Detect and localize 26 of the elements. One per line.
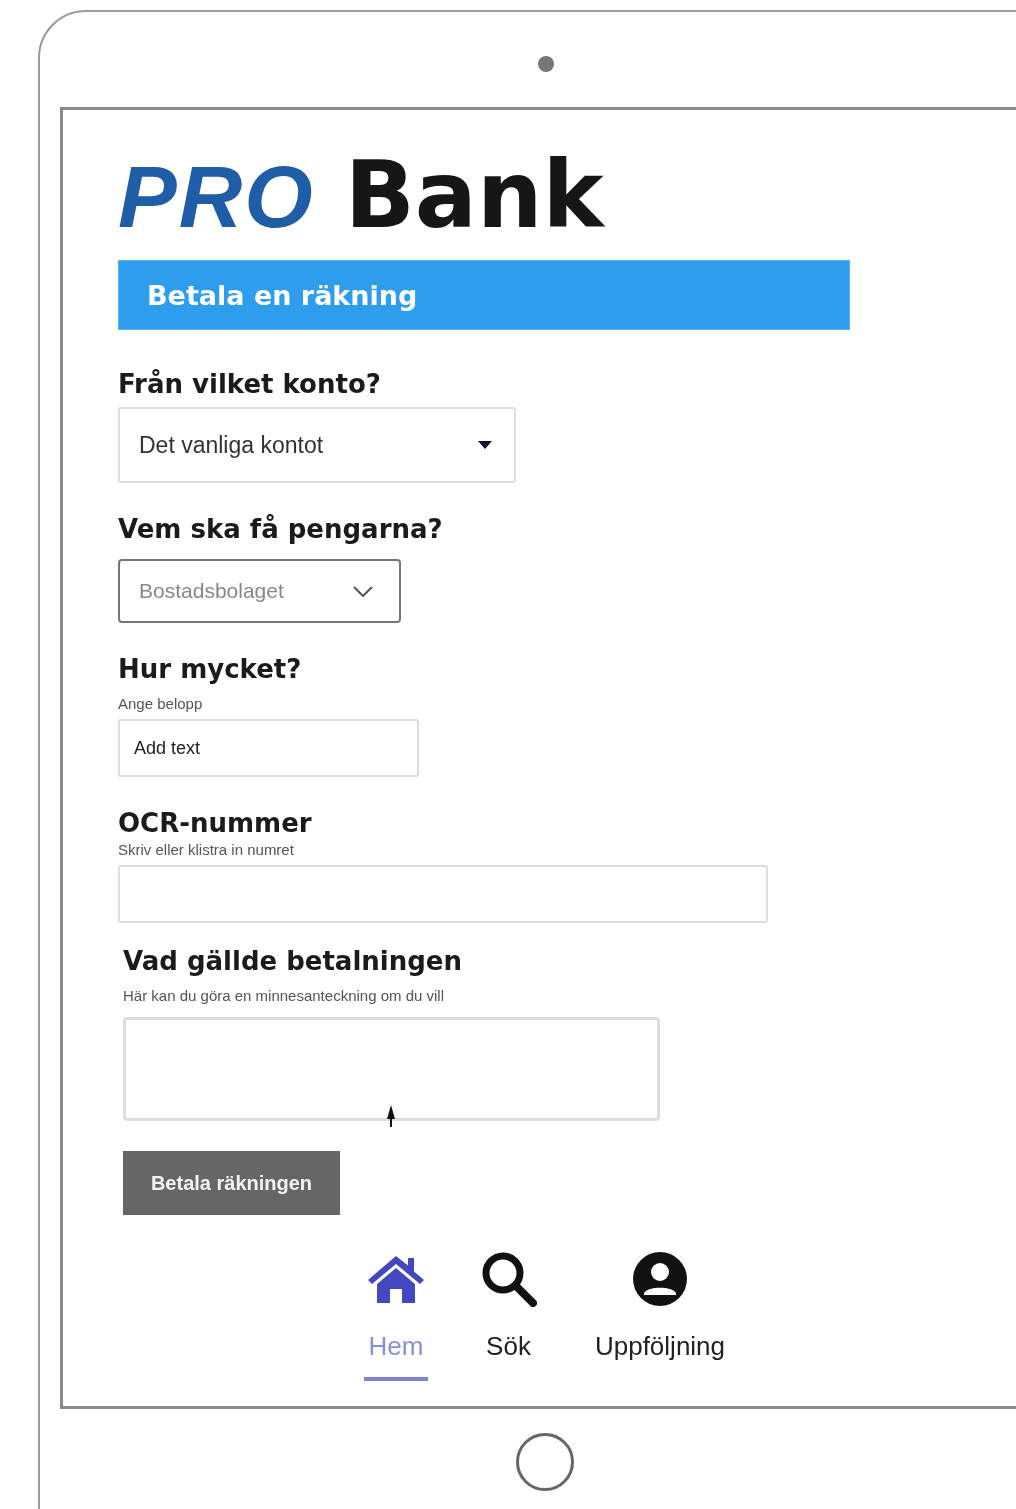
field-label: Vad gällde betalningen [123,945,462,977]
page-title: Betala en räkning [118,260,850,330]
logo-name: Bank [344,148,604,243]
note-field[interactable] [123,1017,660,1121]
camera-dot [538,56,554,72]
pay-button[interactable]: Betala räkningen [123,1151,340,1215]
chevron-icon [353,585,373,597]
account-icon [632,1251,688,1307]
logo-brand: PRO [118,149,315,244]
field-hint: Skriv eller klistra in numret [118,841,294,859]
input-field[interactable]: Add text [118,719,419,777]
field-label: OCR-nummer [118,807,312,839]
home-button[interactable] [516,1433,574,1491]
field-label: Från vilket konto? [118,368,381,400]
field-hint: Här kan du göra en minnesanteckning om du vill [123,987,444,1005]
input-field[interactable] [118,865,768,923]
field-label: Vem ska få pengarna? [118,513,443,545]
search-icon [480,1251,537,1307]
pointer-icon [387,1105,395,1127]
field-hint: Ange belopp [118,695,203,713]
field-label: Hur mycket? [118,653,302,685]
nav-tab[interactable]: Uppföljning [565,1251,755,1381]
caret-icon [478,441,492,449]
nav-tab[interactable]: Sök [452,1251,565,1381]
account-select[interactable]: Det vanliga kontot [118,407,516,483]
recipient-dropdown[interactable]: Bostadsbolaget [118,559,401,623]
